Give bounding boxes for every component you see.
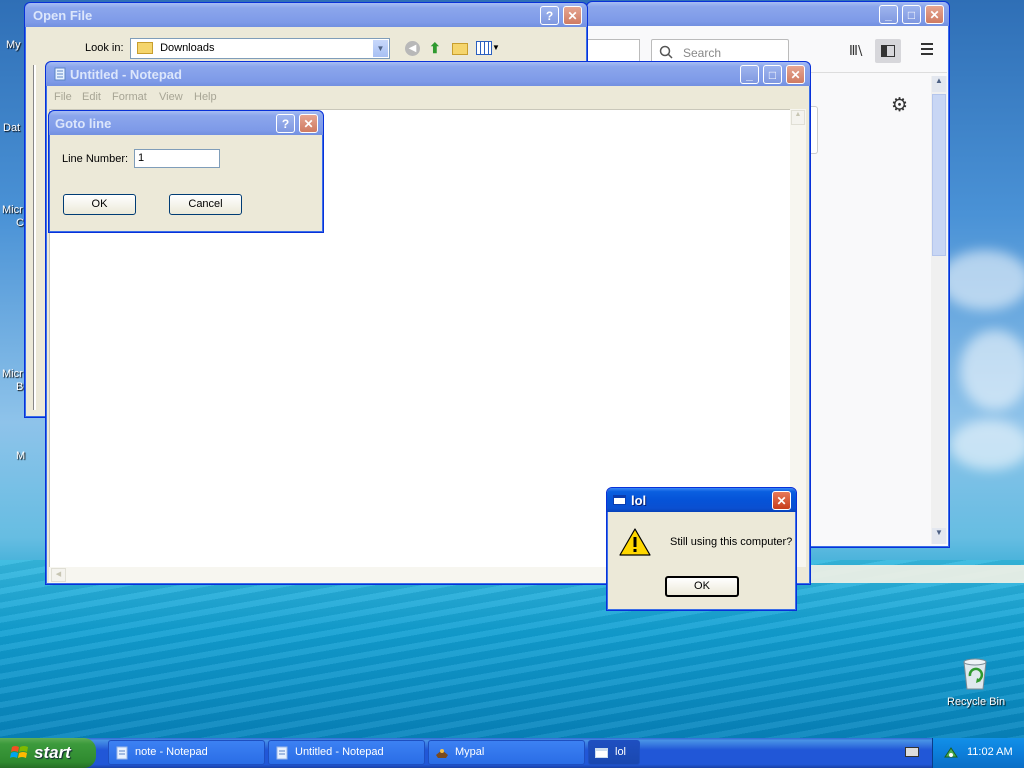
recycle-bin-shortcut[interactable]: Recycle Bin: [940, 656, 1010, 710]
window-icon: [595, 748, 608, 758]
lol-titlebar[interactable]: lol ✕: [607, 488, 796, 512]
recycle-bin-label: Recycle Bin: [947, 696, 1006, 708]
notepad-icon: [276, 746, 288, 760]
network-icon[interactable]: [943, 745, 959, 761]
gear-icon[interactable]: ⚙: [891, 94, 908, 116]
minimize-button[interactable]: _: [740, 65, 759, 84]
up-folder-icon[interactable]: ⬆: [429, 40, 443, 56]
look-in-select[interactable]: Downloads ▼: [130, 38, 390, 59]
taskbar-item-note-notepad[interactable]: note - Notepad: [108, 740, 265, 765]
desktop-icon-label[interactable]: My: [6, 39, 21, 51]
new-folder-icon[interactable]: [452, 43, 468, 55]
desktop-icon-label[interactable]: M: [16, 450, 25, 462]
desktop-icon-label[interactable]: Micr: [2, 368, 23, 380]
sea-foam: [800, 565, 1024, 583]
recycle-bin-icon: [963, 658, 987, 690]
start-label: start: [34, 743, 71, 762]
ok-button[interactable]: OK: [63, 194, 136, 215]
line-number-label: Line Number:: [62, 153, 129, 165]
search-icon: [659, 45, 673, 59]
close-button[interactable]: ✕: [299, 114, 318, 133]
lol-title: lol: [631, 493, 647, 508]
desktop-icon-label[interactable]: C: [16, 217, 24, 229]
vertical-scrollbar[interactable]: ▲ ▼: [931, 76, 947, 544]
warning-icon: [619, 528, 651, 556]
notepad-title: Untitled - Notepad: [70, 67, 182, 82]
menu-icon[interactable]: [921, 43, 933, 55]
notepad-icon: [54, 67, 66, 81]
folder-icon: [137, 42, 153, 55]
taskbar-item-mypal[interactable]: Mypal: [428, 740, 585, 765]
sidebar-icon[interactable]: [875, 39, 901, 63]
close-button[interactable]: ✕: [563, 6, 582, 25]
help-button[interactable]: ?: [276, 114, 295, 133]
lol-message: Still using this computer?: [670, 536, 793, 548]
close-button[interactable]: ✕: [772, 491, 791, 510]
taskbar-item-label: Untitled - Notepad: [295, 746, 384, 758]
file-list[interactable]: [33, 65, 36, 410]
view-menu-icon[interactable]: [476, 41, 492, 55]
look-in-value: Downloads: [160, 42, 215, 54]
goto-line-dialog: Goto line ? ✕ Line Number: 1 OK Cancel: [48, 110, 324, 233]
view-dropdown-arrow[interactable]: ▼: [492, 43, 500, 52]
taskbar-item-label: lol: [615, 746, 627, 758]
help-button[interactable]: ?: [540, 6, 559, 25]
cancel-button[interactable]: Cancel: [169, 194, 242, 215]
desktop-icon-label[interactable]: Dat: [3, 122, 20, 134]
maximize-button[interactable]: □: [902, 5, 921, 24]
taskbar-item-untitled-notepad[interactable]: Untitled - Notepad: [268, 740, 425, 765]
line-number-input[interactable]: 1: [134, 149, 220, 168]
taskbar-item-label: Mypal: [455, 746, 485, 758]
ok-button[interactable]: OK: [665, 576, 739, 597]
look-in-label: Look in:: [85, 42, 124, 54]
search-placeholder: Search: [683, 46, 722, 60]
library-icon[interactable]: Ⅲ\: [849, 44, 862, 59]
menu-view[interactable]: View: [159, 91, 183, 103]
desktop-icon-label[interactable]: B: [16, 381, 23, 393]
maximize-button[interactable]: □: [763, 65, 782, 84]
sea: [0, 560, 1024, 740]
taskbar: start note - Notepad Untitled - Notepad …: [0, 738, 1024, 768]
lol-message-box: lol ✕ Still using this computer? OK: [606, 487, 797, 611]
taskbar-item-label: note - Notepad: [135, 746, 208, 758]
taskbar-item-lol[interactable]: lol: [588, 740, 640, 765]
chevron-down-icon[interactable]: ▼: [373, 40, 388, 57]
goto-line-title: Goto line: [55, 116, 112, 131]
menu-edit[interactable]: Edit: [82, 91, 101, 103]
open-file-titlebar[interactable]: Open File ? ✕: [25, 3, 587, 27]
scrollbar-thumb[interactable]: [932, 94, 946, 256]
keyboard-icon[interactable]: [905, 747, 919, 757]
minimize-button[interactable]: _: [879, 5, 898, 24]
start-button[interactable]: start: [0, 738, 96, 768]
back-icon[interactable]: ◀: [405, 41, 420, 56]
browser-titlebar[interactable]: _ □ ✕: [587, 2, 949, 26]
desktop-icon-label[interactable]: Micr: [2, 204, 23, 216]
close-button[interactable]: ✕: [925, 5, 944, 24]
notepad-titlebar[interactable]: Untitled - Notepad _ □ ✕: [46, 62, 810, 86]
system-tray: 11:02 AM: [932, 738, 1024, 768]
open-file-title: Open File: [33, 8, 93, 23]
menu-help[interactable]: Help: [194, 91, 217, 103]
goto-line-titlebar[interactable]: Goto line ? ✕: [49, 111, 323, 135]
clock[interactable]: 11:02 AM: [967, 746, 1013, 758]
notepad-icon: [116, 746, 128, 760]
close-button[interactable]: ✕: [786, 65, 805, 84]
menu-format[interactable]: Format: [112, 91, 147, 103]
menu-file[interactable]: File: [54, 91, 72, 103]
mypal-icon: [436, 749, 448, 758]
window-icon: [613, 495, 626, 505]
windows-logo-icon: [10, 746, 28, 758]
